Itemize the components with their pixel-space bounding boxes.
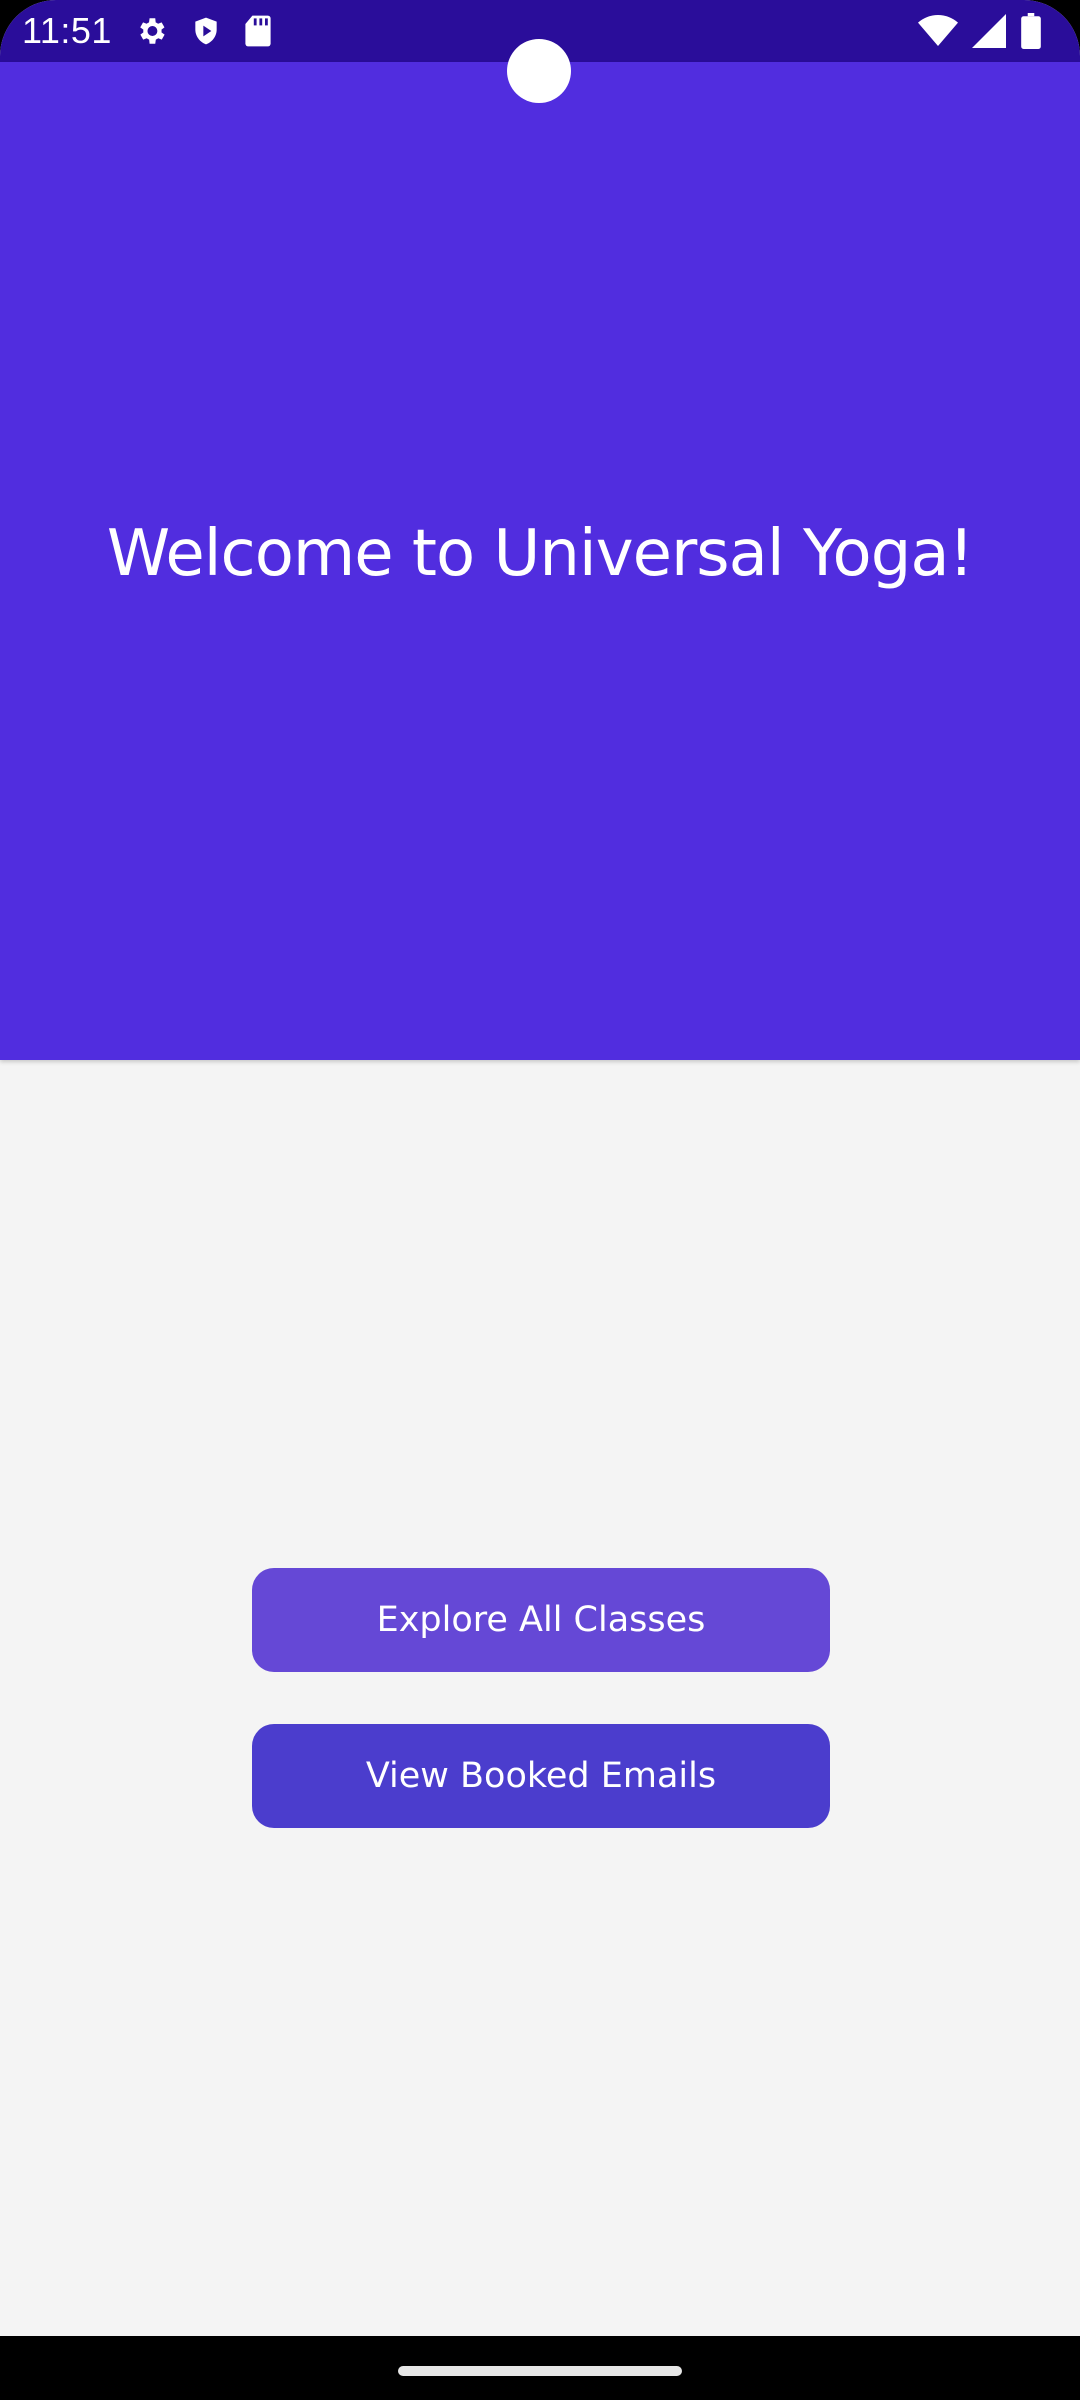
status-right — [918, 13, 1042, 49]
gear-icon — [134, 14, 168, 48]
sd-card-icon — [244, 14, 272, 48]
status-time: 11:51 — [22, 10, 112, 51]
status-left: 11:51 — [22, 10, 272, 52]
app-screen: 11:51 Welcome to Universal Yoga! Explore… — [0, 0, 1080, 2400]
navigation-bar — [0, 2336, 1080, 2400]
home-gesture-handle[interactable] — [398, 2366, 682, 2376]
explore-all-classes-button[interactable]: Explore All Classes — [252, 1568, 830, 1672]
cell-signal-icon — [972, 14, 1006, 48]
page-title: Welcome to Universal Yoga! — [106, 517, 974, 591]
view-booked-emails-button[interactable]: View Booked Emails — [252, 1724, 830, 1828]
welcome-header: Welcome to Universal Yoga! — [0, 62, 1080, 1060]
front-camera-cutout — [507, 39, 571, 103]
wifi-icon — [918, 14, 958, 48]
battery-icon — [1020, 13, 1042, 49]
shield-play-icon — [190, 14, 222, 48]
